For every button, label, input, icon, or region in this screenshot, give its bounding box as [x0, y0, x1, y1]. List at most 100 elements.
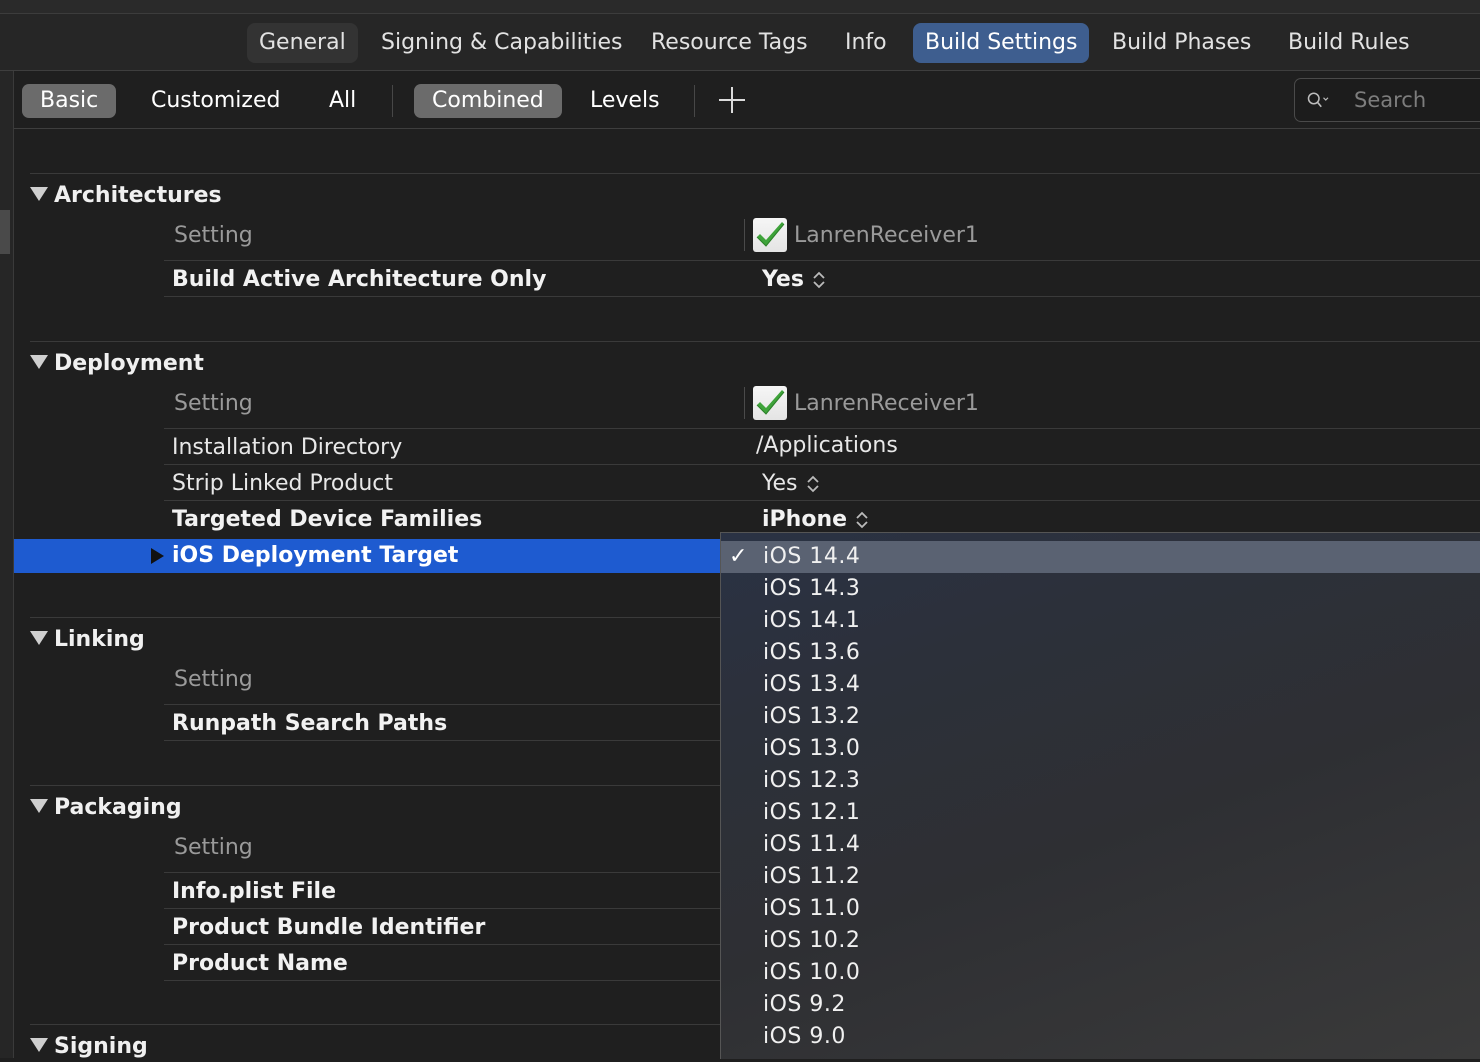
column-divider [744, 219, 745, 251]
column-divider [744, 387, 745, 419]
app-target-icon [753, 218, 787, 252]
disclosure-triangle-icon[interactable] [30, 799, 48, 813]
dropdown-option[interactable]: iOS 10.2 [721, 925, 1480, 957]
setting-name-strip-linked-product[interactable]: Strip Linked Product [172, 469, 393, 499]
popup-stepper-icon [856, 511, 868, 529]
section-header-deployment[interactable]: Deployment [30, 349, 204, 379]
disclosure-triangle-icon[interactable] [30, 187, 48, 201]
disclosure-triangle-icon[interactable] [30, 1038, 48, 1052]
dropdown-option-label: iOS 13.6 [763, 640, 861, 665]
tab-info[interactable]: Info [833, 23, 899, 63]
setting-value-popup[interactable]: Yes [762, 469, 820, 499]
dropdown-option[interactable]: iOS 14.3 [721, 573, 1480, 605]
dropdown-option-label: iOS 12.1 [763, 800, 861, 825]
dropdown-option[interactable]: ✓ iOS 14.4 [721, 541, 1480, 573]
setting-name-info-plist-file[interactable]: Info.plist File [172, 877, 336, 907]
row-divider [164, 908, 720, 909]
gutter-scroll-knob[interactable] [0, 210, 10, 254]
dropdown-option[interactable]: iOS 9.0 [721, 1021, 1480, 1053]
dropdown-option-label: iOS 11.2 [763, 864, 861, 889]
dropdown-option[interactable]: iOS 11.0 [721, 893, 1480, 925]
dropdown-option[interactable]: iOS 14.1 [721, 605, 1480, 637]
section-title: Architectures [54, 183, 222, 208]
setting-name-ios-deployment-target[interactable]: iOS Deployment Target [172, 541, 458, 571]
dropdown-option-label: iOS 14.3 [763, 576, 861, 601]
section-divider [30, 341, 1480, 342]
row-divider [164, 296, 1480, 297]
setting-name-product-bundle-identifier[interactable]: Product Bundle Identifier [172, 913, 485, 943]
tab-general[interactable]: General [247, 23, 358, 63]
setting-name-product-name[interactable]: Product Name [172, 949, 348, 979]
row-divider [164, 464, 1480, 465]
section-divider [30, 1024, 720, 1025]
dropdown-option-label: iOS 11.4 [763, 832, 861, 857]
setting-value: Yes [762, 471, 798, 496]
setting-name-build-active-architecture-only[interactable]: Build Active Architecture Only [172, 265, 546, 295]
dropdown-option[interactable]: iOS 13.0 [721, 733, 1480, 765]
column-header-setting: Setting [174, 223, 253, 248]
setting-name-targeted-device-families[interactable]: Targeted Device Families [172, 505, 482, 535]
setting-value-popup[interactable]: iPhone [762, 505, 869, 535]
dropdown-option[interactable]: iOS 11.4 [721, 829, 1480, 861]
dropdown-option[interactable]: iOS 11.2 [721, 861, 1480, 893]
dropdown-option-label: iOS 9.2 [763, 992, 846, 1017]
dropdown-option[interactable]: iOS 13.6 [721, 637, 1480, 669]
tab-build-settings[interactable]: Build Settings [913, 23, 1090, 63]
column-header-setting: Setting [174, 391, 253, 416]
dropdown-option[interactable]: iOS 12.3 [721, 765, 1480, 797]
disclosure-triangle-icon[interactable] [30, 355, 48, 369]
filter-customized-button[interactable]: Customized [133, 84, 298, 118]
row-divider [164, 428, 1480, 429]
row-divider [164, 980, 720, 981]
row-divider [164, 704, 720, 705]
dropdown-option-label: iOS 10.2 [763, 928, 861, 953]
disclosure-triangle-icon[interactable] [30, 631, 48, 645]
add-setting-plus-icon[interactable] [719, 87, 745, 113]
tab-resource-tags[interactable]: Resource Tags [639, 23, 820, 63]
section-title: Linking [54, 627, 145, 652]
popup-stepper-icon [813, 271, 825, 289]
dropdown-option-label: iOS 14.4 [763, 544, 861, 569]
dropdown-option[interactable]: iOS 10.0 [721, 957, 1480, 989]
setting-value-popup[interactable]: Yes [762, 265, 826, 295]
dropdown-option-label: iOS 14.1 [763, 608, 861, 633]
column-header-target: LanrenReceiver1 [794, 391, 979, 416]
column-header-setting: Setting [174, 667, 253, 692]
tab-build-phases[interactable]: Build Phases [1100, 23, 1263, 63]
popup-stepper-icon [806, 475, 819, 493]
section-title: Packaging [54, 795, 182, 820]
section-divider [30, 785, 720, 786]
tab-signing-capabilities[interactable]: Signing & Capabilities [369, 23, 634, 63]
dropdown-option[interactable]: iOS 9.2 [721, 989, 1480, 1021]
setting-value-installation-directory[interactable]: /Applications [756, 431, 898, 461]
dropdown-option-label: iOS 13.2 [763, 704, 861, 729]
dropdown-option[interactable]: iOS 13.4 [721, 669, 1480, 701]
app-target-icon [753, 386, 787, 420]
setting-name-installation-directory[interactable]: Installation Directory [172, 433, 402, 463]
setting-name-runpath-search-paths[interactable]: Runpath Search Paths [172, 709, 447, 739]
row-divider [164, 500, 1480, 501]
section-header-linking[interactable]: Linking [30, 625, 145, 655]
row-divider [164, 872, 720, 873]
section-title: Deployment [54, 351, 204, 376]
view-combined-button[interactable]: Combined [414, 84, 562, 118]
setting-value: Yes [762, 267, 804, 292]
filter-basic-button[interactable]: Basic [22, 84, 117, 118]
view-levels-button[interactable]: Levels [572, 84, 678, 118]
disclosure-arrow-icon[interactable] [151, 548, 164, 564]
dropdown-option-label: iOS 13.4 [763, 672, 861, 697]
section-divider [30, 617, 720, 618]
section-header-architectures[interactable]: Architectures [30, 181, 222, 211]
search-placeholder: Search [1354, 88, 1427, 112]
filter-divider [392, 85, 393, 117]
dropdown-option-label: iOS 12.3 [763, 768, 861, 793]
section-header-packaging[interactable]: Packaging [30, 793, 182, 823]
tab-build-rules[interactable]: Build Rules [1276, 23, 1422, 63]
dropdown-option[interactable]: iOS 12.1 [721, 797, 1480, 829]
dropdown-option-label: iOS 9.0 [763, 1024, 846, 1049]
section-divider [30, 173, 1480, 174]
dropdown-option[interactable]: iOS 13.2 [721, 701, 1480, 733]
build-settings-filter-bar: Basic Customized All Combined Levels Sea… [14, 71, 1480, 129]
filter-all-button[interactable]: All [311, 84, 374, 118]
search-field[interactable]: Search [1294, 78, 1480, 122]
